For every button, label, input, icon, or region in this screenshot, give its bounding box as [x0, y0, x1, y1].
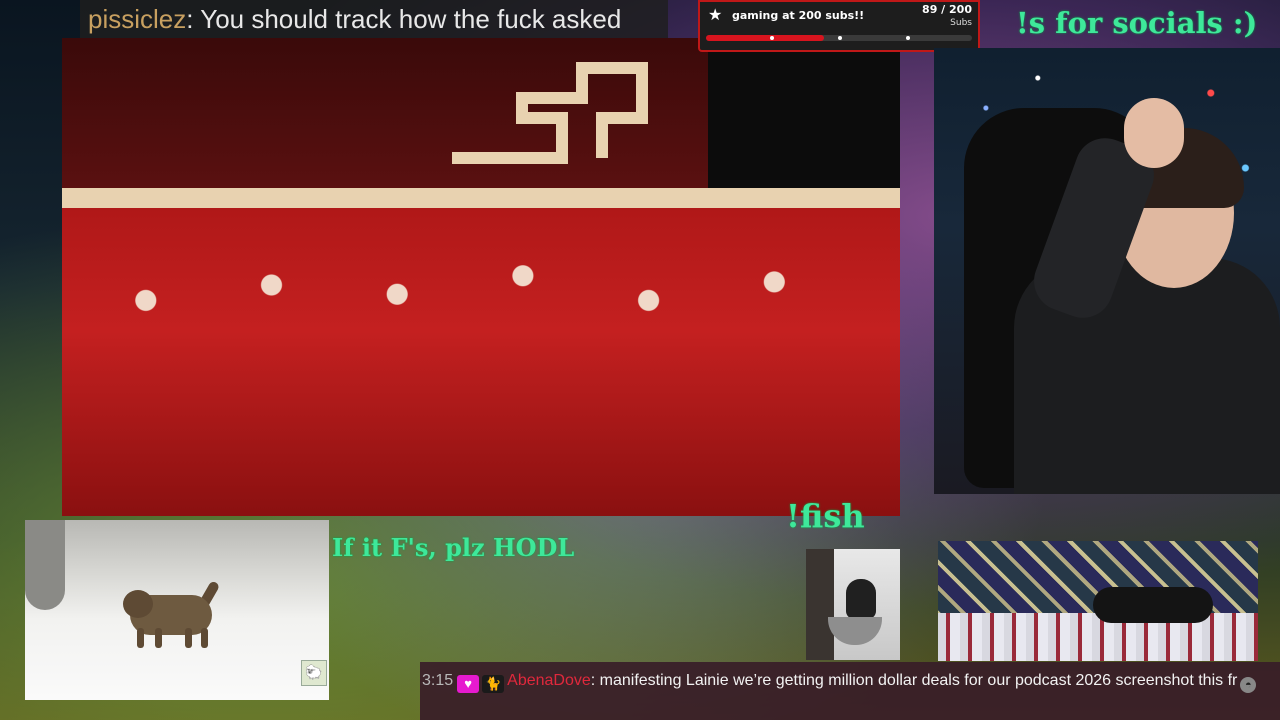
- channel-logo-icon: 🐑: [301, 660, 327, 686]
- main-video-player[interactable]: [62, 38, 900, 516]
- cat-bowl-cam: [806, 549, 900, 660]
- goal-progress-fill: [706, 35, 825, 41]
- cat-blanket-cam: [938, 541, 1258, 661]
- chat-colon: :: [186, 4, 201, 34]
- goal-milestone-dot: [838, 36, 842, 40]
- kitchen-appliance: [806, 549, 834, 660]
- goal-title: gaming at 200 subs!!: [732, 9, 865, 22]
- chat-colon: :: [590, 672, 600, 689]
- goal-unit: Subs: [950, 18, 972, 28]
- snow-cat-head: [123, 590, 153, 618]
- fish-command-text: !fish: [786, 497, 865, 535]
- snow-cat-leg: [185, 628, 192, 648]
- bottom-chat-message: 3:15 ♥ 🐈 AbenaDove: manifesting Lainie we’r…: [420, 662, 1280, 720]
- chat-username: pissiclez: [88, 4, 187, 34]
- sub-goal-widget: ★ gaming at 200 subs!! 89 / 200 Subs: [698, 0, 980, 52]
- heart-badge-icon: ♥: [457, 675, 480, 693]
- star-icon: ★: [708, 5, 723, 24]
- top-chat-message: pissiclez: You should track how the fuck…: [80, 0, 668, 38]
- hodl-text: If it F's, plz HODL: [332, 533, 575, 562]
- chat-timestamp: 3:15: [422, 672, 454, 689]
- emote-icon: ◓: [1240, 677, 1257, 693]
- streamer-webcam: [934, 48, 1280, 494]
- goal-milestone-dot: [906, 36, 910, 40]
- cat-in-snow-video: 🐑: [25, 520, 329, 700]
- chat-text: You should track how the fuck asked: [200, 4, 622, 34]
- chat-text: manifesting Lainie we’re getting million…: [599, 672, 1238, 689]
- webcam-streamer-hand: [1124, 98, 1184, 168]
- socials-command-text: !s for socials :): [1016, 6, 1258, 40]
- goal-progress-track: [706, 35, 972, 41]
- snow-cat-leg: [155, 628, 162, 648]
- metal-bowl: [828, 617, 882, 645]
- goal-milestone-dot: [770, 36, 774, 40]
- video-choir-crowd: [62, 208, 900, 516]
- chat-username: AbenaDove: [507, 672, 591, 689]
- video-gold-pattern: [452, 62, 648, 164]
- snow-cat-leg: [201, 628, 208, 648]
- snow-cat-leg: [137, 628, 144, 648]
- striped-blanket: [938, 613, 1258, 661]
- black-cat: [846, 579, 876, 619]
- sleeping-black-cat: [1093, 587, 1213, 623]
- snow-tree: [25, 520, 65, 610]
- goal-count: 89 / 200: [922, 3, 972, 16]
- cat-badge-icon: 🐈: [482, 675, 505, 693]
